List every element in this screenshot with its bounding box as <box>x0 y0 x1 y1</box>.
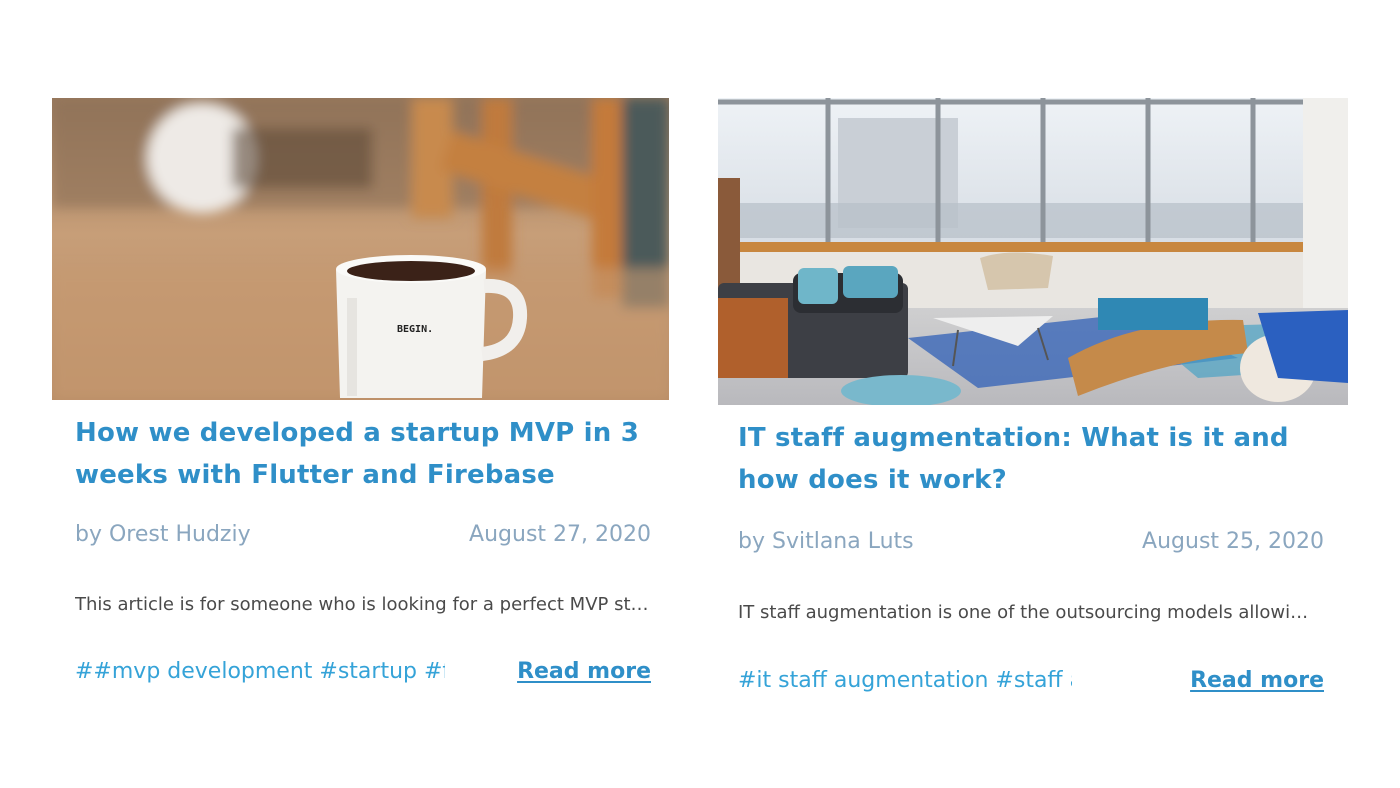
post-card[interactable]: IT staff augmentation: What is it and ho… <box>718 98 1350 710</box>
post-excerpt: IT staff augmentation is one of the outs… <box>738 602 1316 623</box>
post-author: by Orest Hudziy <box>75 522 251 547</box>
post-card[interactable]: BEGIN. How we developed a startup MVP in… <box>52 98 670 710</box>
post-image-office-lounge[interactable] <box>718 98 1348 405</box>
post-tags[interactable]: #it staff augmentation #staff a <box>738 666 1072 696</box>
post-meta: by Svitlana Luts August 25, 2020 <box>738 527 1324 557</box>
post-excerpt: This article is for someone who is looki… <box>75 594 651 615</box>
office-lounge-photo <box>718 98 1348 405</box>
post-author: by Svitlana Luts <box>738 529 914 554</box>
coffee-mug-photo: BEGIN. <box>52 98 669 400</box>
post-tags[interactable]: ##mvp development #startup #flu <box>75 657 445 687</box>
post-date: August 27, 2020 <box>469 522 651 547</box>
mug-begin-label: BEGIN. <box>397 324 433 335</box>
post-footer: #it staff augmentation #staff a Read mor… <box>738 666 1324 696</box>
post-meta: by Orest Hudziy August 27, 2020 <box>75 520 651 550</box>
post-date: August 25, 2020 <box>1142 529 1324 554</box>
post-title[interactable]: IT staff augmentation: What is it and ho… <box>738 417 1348 501</box>
read-more-link[interactable]: Read more <box>517 657 651 687</box>
post-image-coffee-mug[interactable]: BEGIN. <box>52 98 669 400</box>
post-title[interactable]: How we developed a startup MVP in 3 week… <box>75 412 665 496</box>
post-footer: ##mvp development #startup #flu Read mor… <box>75 657 651 687</box>
read-more-link[interactable]: Read more <box>1190 666 1324 696</box>
